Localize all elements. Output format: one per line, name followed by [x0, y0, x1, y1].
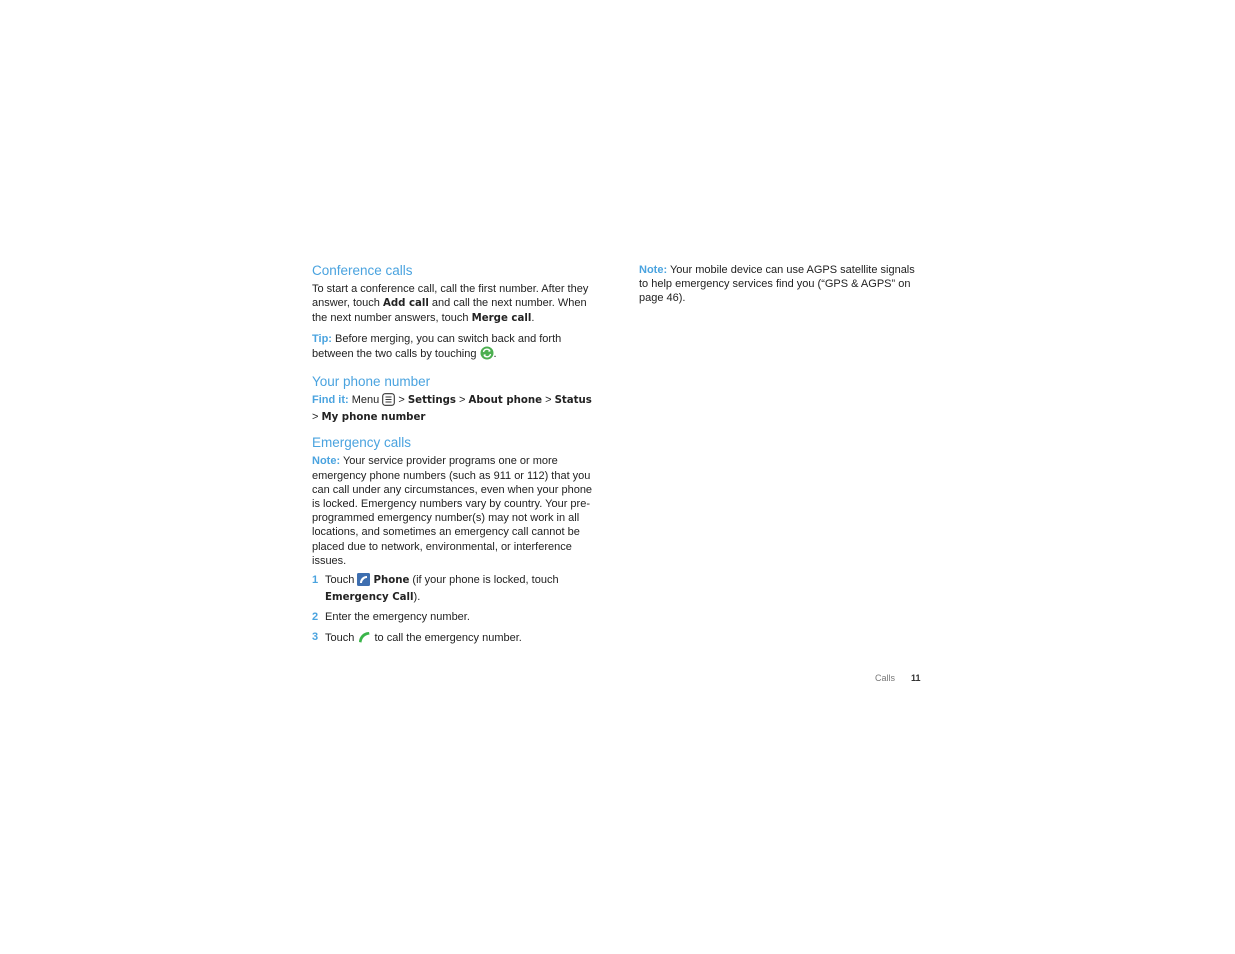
note-label: Note:: [639, 264, 668, 276]
agps-note: Note: Your mobile device can use AGPS sa…: [639, 264, 915, 305]
emergency-calls-section: Emergency calls Note: Your service provi…: [312, 435, 597, 647]
note-label: Note:: [312, 455, 341, 468]
page-footer: Calls 11: [875, 673, 921, 683]
tip: Tip: Before merging, you can switch back…: [312, 332, 597, 364]
section-title: Conference calls: [312, 263, 413, 278]
merge-call-label: Merge call: [471, 313, 532, 325]
find-it-label: Find it:: [312, 394, 349, 407]
phone-number-section: Your phone number Find it: Menu > Settin…: [312, 374, 597, 425]
green-phone-icon: [357, 630, 371, 648]
conference-calls-section: Conference calls To start a conference c…: [312, 263, 597, 364]
menu-key-icon: [382, 393, 396, 410]
add-call-label: Add call: [382, 298, 429, 310]
right-column: Note: Your mobile device can use AGPS sa…: [639, 263, 924, 311]
step-item: 3 Touch to call the emergency number.: [312, 630, 597, 648]
section-title: Your phone number: [312, 374, 431, 390]
emergency-note: Note: Your service provider programs one…: [312, 455, 593, 567]
section-title: Emergency calls: [312, 435, 412, 451]
section-name: Calls: [875, 673, 896, 683]
page-number: 11: [911, 673, 921, 683]
phone-app-icon: [357, 573, 371, 590]
step-item: 2 Enter the emergency number.: [312, 611, 470, 624]
tip-label: Tip:: [312, 332, 332, 345]
conference-instructions: To start a conference call, call the fir…: [312, 283, 589, 325]
step-item: 1 Touch Phone (if your phone is locked, t…: [312, 573, 559, 604]
find-it-path: Find it: Menu > Settings > About phone >…: [312, 393, 592, 424]
swap-calls-icon: [480, 346, 494, 364]
left-column: Conference calls To start a conference c…: [312, 263, 597, 658]
emergency-steps: 1 Touch Phone (if your phone is locked, t…: [312, 573, 597, 648]
